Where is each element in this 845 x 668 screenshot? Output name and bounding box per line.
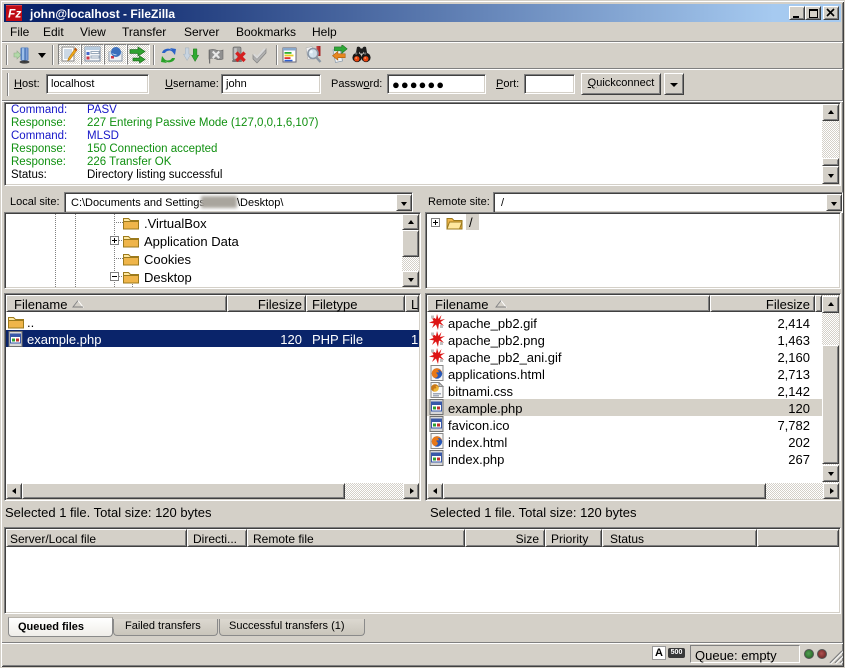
svg-text:Fz: Fz (8, 7, 21, 21)
